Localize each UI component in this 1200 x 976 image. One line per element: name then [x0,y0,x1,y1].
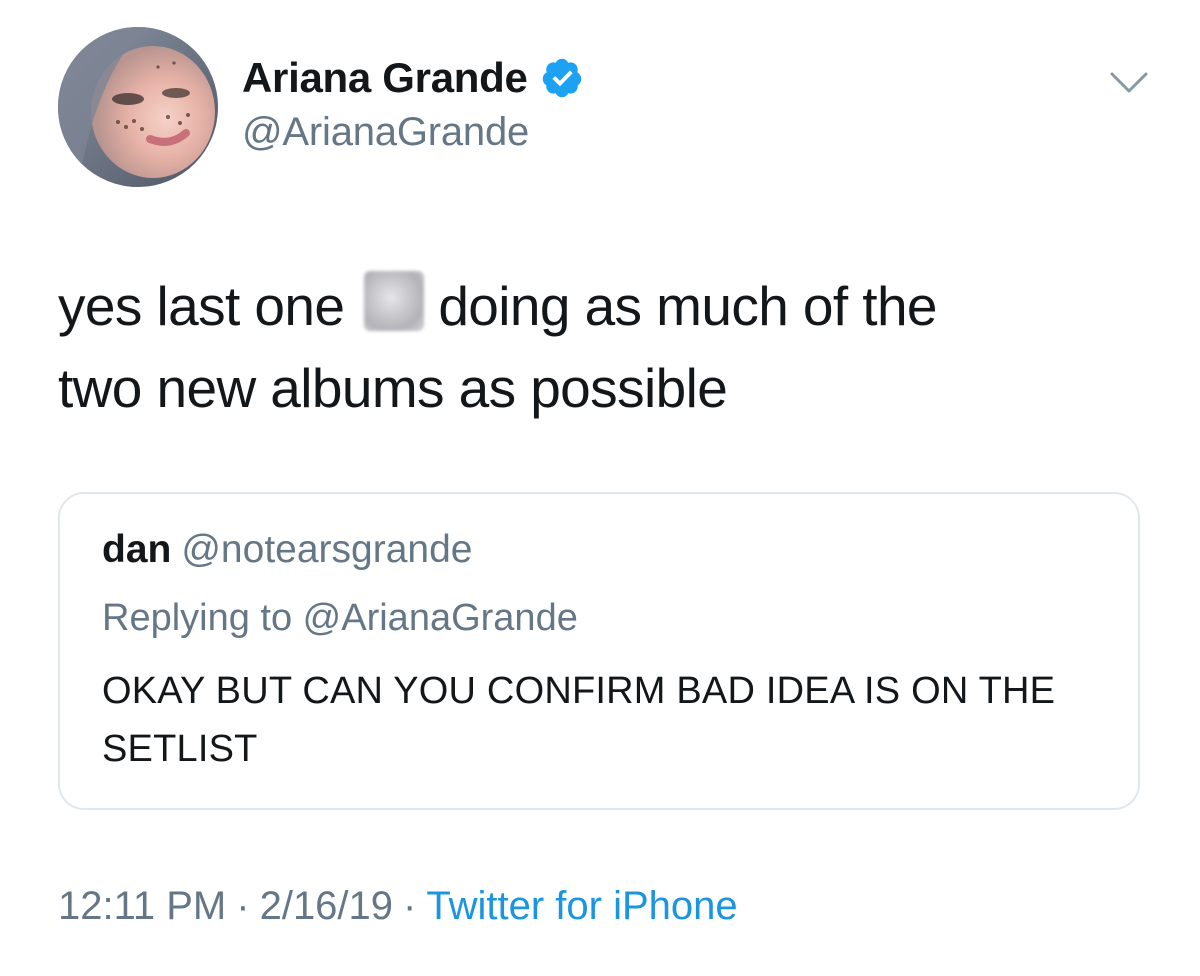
avatar[interactable] [58,27,218,187]
chevron-down-icon[interactable] [1104,64,1154,100]
tweet-time[interactable]: 12:11 PM [58,884,226,928]
meta-separator: · [236,884,250,928]
tweet: Ariana Grande @ArianaGrande yes last one… [0,0,1200,976]
tweet-source-link[interactable]: Twitter for iPhone [426,884,737,928]
quoted-tweet-replying-to: Replying to @ArianaGrande [102,597,578,639]
quoted-tweet-name: dan [102,528,172,571]
tweet-date[interactable]: 2/16/19 [260,884,393,928]
tweet-meta: 12:11 PM · 2/16/19 · Twitter for iPhone [58,884,738,929]
profile-photo [58,27,218,187]
tweet-text: yes last one doing as much of the two new… [58,265,1158,429]
meta-separator: · [403,884,417,928]
quoted-tweet-text: OKAY BUT CAN YOU CONFIRM BAD IDEA IS ON … [102,670,1056,770]
tweet-text-part2: doing as much of the [438,275,937,337]
quoted-tweet[interactable]: dan @notearsgrande Replying to @ArianaGra… [58,492,1140,810]
author-header: Ariana Grande @ArianaGrande [242,52,584,155]
quoted-tweet-handle: @notearsgrande [181,528,473,571]
display-name-row: Ariana Grande [242,52,584,104]
tweet-text-part1: yes last one [58,275,345,337]
author-handle[interactable]: @ArianaGrande [242,110,584,155]
display-name[interactable]: Ariana Grande [242,54,528,102]
tweet-text-part3: two new albums as possible [58,357,728,419]
quoted-tweet-author: dan @notearsgrande [102,528,472,572]
verified-badge-icon [542,58,581,98]
blurred-emoji-icon [364,271,425,331]
